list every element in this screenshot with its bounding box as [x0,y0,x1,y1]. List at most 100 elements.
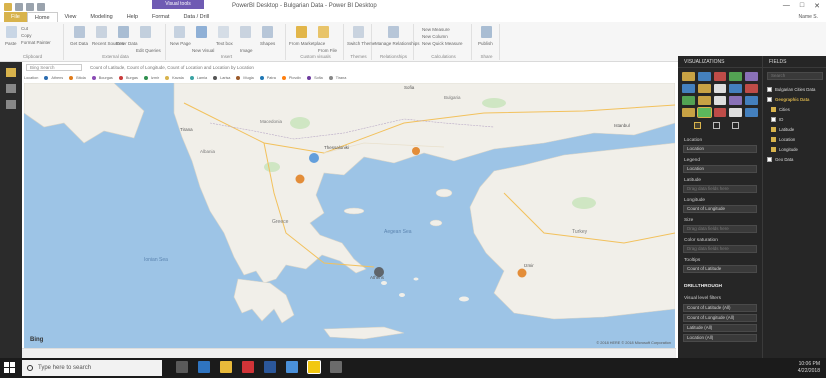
new-column-button[interactable]: New Column [422,34,448,39]
line-visual-icon[interactable] [697,84,711,93]
bubble-athens[interactable] [374,267,384,277]
legend-entry[interactable]: Izmir [151,76,159,80]
save-icon[interactable] [15,3,23,11]
100pct-column-visual-icon[interactable] [682,84,695,93]
publish-icon[interactable] [481,26,492,38]
from-file-icon[interactable] [318,26,329,38]
file-explorer-icon[interactable] [220,361,232,373]
well-longitude[interactable]: Count of Longitude [683,205,757,213]
legend-entry[interactable]: Tirana [336,76,347,80]
well-legend[interactable]: Location [683,165,757,173]
text-box-icon[interactable] [218,26,229,38]
bing-search-box[interactable]: Bing Search [26,64,82,71]
store-icon[interactable] [286,361,298,373]
tab-modeling[interactable]: Modeling [83,12,119,22]
image-button[interactable]: Image [240,48,253,53]
well-latitude[interactable]: Drag data fields here [683,185,757,193]
field-checkbox[interactable] [771,107,776,112]
legend-entry[interactable]: Lamia [197,76,207,80]
field-row[interactable]: ID [771,116,783,123]
from-file-button[interactable]: From File [318,48,337,53]
legend-entry[interactable]: Mugla [243,76,253,80]
tab-help[interactable]: Help [120,12,145,22]
new-visual-icon[interactable] [196,26,207,38]
legend-entry[interactable]: Larisa [220,76,230,80]
maximize-button[interactable]: □ [800,2,804,10]
bubble-larisa[interactable] [295,174,305,184]
format-paint-roller-icon[interactable] [713,122,720,129]
power-bi-icon[interactable] [307,360,321,374]
gauge-visual-icon[interactable] [745,108,758,117]
enter-data-button[interactable]: Enter Data [116,41,138,46]
filter-item[interactable]: Count of Latitude (All) [683,304,757,312]
signed-in-user[interactable]: Name S. [799,14,818,20]
map-visual[interactable]: Greece Turkey Albania Bulgaria Macedonia… [24,83,675,348]
data-view-icon[interactable] [6,84,16,93]
enter-data-icon[interactable] [118,26,129,38]
edge-browser-icon[interactable] [198,361,210,373]
well-location[interactable]: Location [683,145,757,153]
clustered-column-visual-icon[interactable] [729,72,743,81]
system-tray-clock[interactable]: 10:06 PM 4/22/2018 [798,361,820,375]
close-button[interactable]: ✕ [814,2,820,10]
field-checkbox[interactable] [767,97,772,102]
edit-queries-icon[interactable] [140,26,151,38]
get-data-button[interactable]: Get Data [70,41,88,46]
waterfall-visual-icon[interactable] [697,96,711,105]
stacked-column-visual-icon[interactable] [697,72,711,81]
manage-relationships-icon[interactable] [388,26,399,38]
redo-icon[interactable] [37,3,45,11]
shapes-icon[interactable] [262,26,273,38]
cut-button[interactable]: Cut [21,26,28,31]
field-table-row[interactable]: Bulgarian Cities Data [767,86,815,93]
field-row[interactable]: Latitude [771,126,794,133]
tab-home[interactable]: Home [26,12,58,22]
format-painter-button[interactable]: Format Painter [21,40,51,45]
map-visual-icon[interactable] [696,107,712,118]
well-size[interactable]: Drag data fields here [683,225,757,233]
fields-well-tab-icon[interactable] [694,122,701,129]
filter-item[interactable]: Latitude (All) [683,324,757,332]
switch-theme-icon[interactable] [353,26,364,38]
from-marketplace-button[interactable]: From Marketplace [289,41,325,46]
legend-entry[interactable]: Plovdiv [289,76,301,80]
well-color-saturation[interactable]: Drag data fields here [683,245,757,253]
filled-map-visual-icon[interactable] [713,108,727,117]
marketplace-icon[interactable] [296,26,307,38]
get-data-icon[interactable] [74,26,85,38]
tab-file[interactable]: File [4,12,27,22]
page-tabs-bar[interactable] [22,348,676,358]
donut-visual-icon[interactable] [745,96,758,105]
fields-search-input[interactable]: Search [767,72,823,80]
well-tooltips[interactable]: Count of Latitude [683,265,757,273]
bubble-bitola[interactable] [309,153,319,163]
new-measure-button[interactable]: New Measure [422,27,450,32]
text-box-button[interactable]: Text box [216,41,233,46]
app-icon[interactable] [330,361,342,373]
field-checkbox[interactable] [771,127,776,132]
word-icon[interactable] [264,361,276,373]
line-column-visual-icon[interactable] [745,84,758,93]
legend-entry[interactable]: Athens [51,76,63,80]
bubble-izmir[interactable] [517,268,527,278]
stacked-area-visual-icon[interactable] [729,84,743,93]
field-table-row[interactable]: Geo Data [767,156,793,163]
bubble-kavala[interactable] [412,147,420,155]
clustered-bar-visual-icon[interactable] [713,72,727,81]
analytics-magnifier-icon[interactable] [732,122,739,129]
field-row[interactable]: Longitude [771,146,798,153]
report-view-icon[interactable] [6,68,16,77]
legend-entry[interactable]: Bourgas [99,76,113,80]
switch-theme-button[interactable]: Switch Theme [347,41,375,46]
field-checkbox[interactable] [771,147,776,152]
tab-data-drill[interactable]: Data / Drill [176,12,216,22]
legend-entry[interactable]: Patra [267,76,276,80]
legend-entry[interactable]: Sofia [314,76,323,80]
stacked-bar-visual-icon[interactable] [682,72,695,81]
new-quick-measure-button[interactable]: New Quick Measure [422,41,463,46]
task-view-icon[interactable] [176,361,188,373]
area-visual-icon[interactable] [713,84,727,93]
recent-sources-icon[interactable] [96,26,107,38]
field-checkbox[interactable] [771,117,776,122]
new-visual-button[interactable]: New Visual [192,48,214,53]
